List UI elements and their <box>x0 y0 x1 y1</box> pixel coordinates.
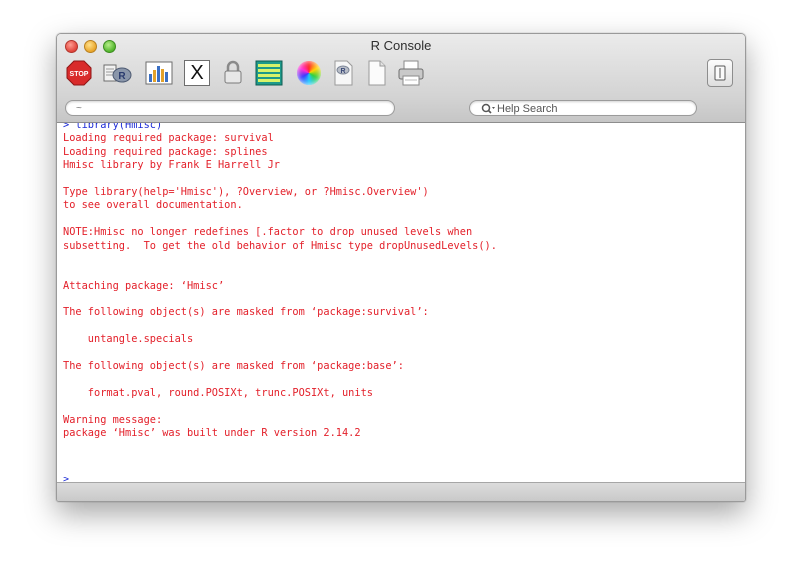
new-r-document-button[interactable]: R <box>327 58 359 88</box>
console-output-line: The following object(s) are masked from … <box>63 306 429 319</box>
stop-label: STOP <box>70 71 89 78</box>
console-output-line: Hmisc library by Frank E Harrell Jr <box>63 159 280 172</box>
color-wheel-icon <box>297 61 321 85</box>
console-output-line: Loading required package: splines <box>63 145 268 158</box>
console-output-line: format.pval, round.POSIXt, trunc.POSIXt,… <box>63 386 373 399</box>
quartz-graphics-icon <box>145 61 173 85</box>
console-lines: > library(Hmisc) Loading required package… <box>63 123 497 440</box>
status-bar <box>57 482 745 501</box>
console-output-line: package ‘Hmisc’ was built under R versio… <box>63 426 361 439</box>
window-title: R Console <box>370 38 432 53</box>
colors-button[interactable] <box>293 58 325 88</box>
toolbar: STOP R X R <box>57 56 745 96</box>
console-output-line: subsetting. To get the old behavior of H… <box>63 239 497 252</box>
console-output[interactable]: > library(Hmisc) Loading required package… <box>57 123 745 483</box>
console-output-line: untangle.specials <box>63 333 194 346</box>
print-button[interactable] <box>395 58 427 88</box>
lock-button[interactable] <box>217 58 249 88</box>
source-script-icon: R <box>103 64 132 83</box>
stop-button[interactable]: STOP <box>63 58 95 88</box>
console-output-line: The following object(s) are masked from … <box>63 360 404 373</box>
help-search-placeholder: Help Search <box>497 103 558 115</box>
title-bar: R Console STOP R X R ~ Help Search <box>57 34 745 123</box>
new-document-icon <box>368 60 386 86</box>
new-document-button[interactable] <box>361 58 393 88</box>
field-row: ~ Help Search <box>57 100 745 122</box>
lock-icon <box>224 60 242 84</box>
console-output-line: Type library(help='Hmisc'), ?Overview, o… <box>63 185 429 198</box>
working-directory-field[interactable]: ~ <box>65 100 395 116</box>
svg-text:R: R <box>340 68 345 75</box>
console-command-line: > library(Hmisc) <box>63 123 163 131</box>
r-console-window: R Console STOP R X R ~ Help Search > lib… <box>56 33 746 502</box>
search-icon <box>481 103 495 114</box>
package-manager-icon <box>255 60 283 86</box>
console-output-line: Attaching package: ‘Hmisc’ <box>63 279 225 292</box>
quartz-graphics-button[interactable] <box>143 58 175 88</box>
print-icon <box>398 60 424 86</box>
console-output-line: Warning message: <box>63 413 163 426</box>
x11-button[interactable]: X <box>181 58 213 88</box>
stop-icon: STOP <box>66 60 92 86</box>
sidebar-toggle-icon <box>714 65 726 81</box>
source-script-button[interactable]: R <box>101 58 133 88</box>
console-output-line: NOTE:Hmisc no longer redefines [.factor … <box>63 226 473 239</box>
package-manager-button[interactable] <box>253 58 285 88</box>
sidebar-toggle-button[interactable] <box>707 59 733 87</box>
svg-text:R: R <box>118 71 126 82</box>
console-output-line: Loading required package: survival <box>63 132 274 145</box>
help-search-field[interactable]: Help Search <box>469 100 697 116</box>
x11-icon: X <box>184 60 210 86</box>
console-output-line: to see overall documentation. <box>63 199 243 212</box>
r-document-icon: R <box>334 60 353 86</box>
